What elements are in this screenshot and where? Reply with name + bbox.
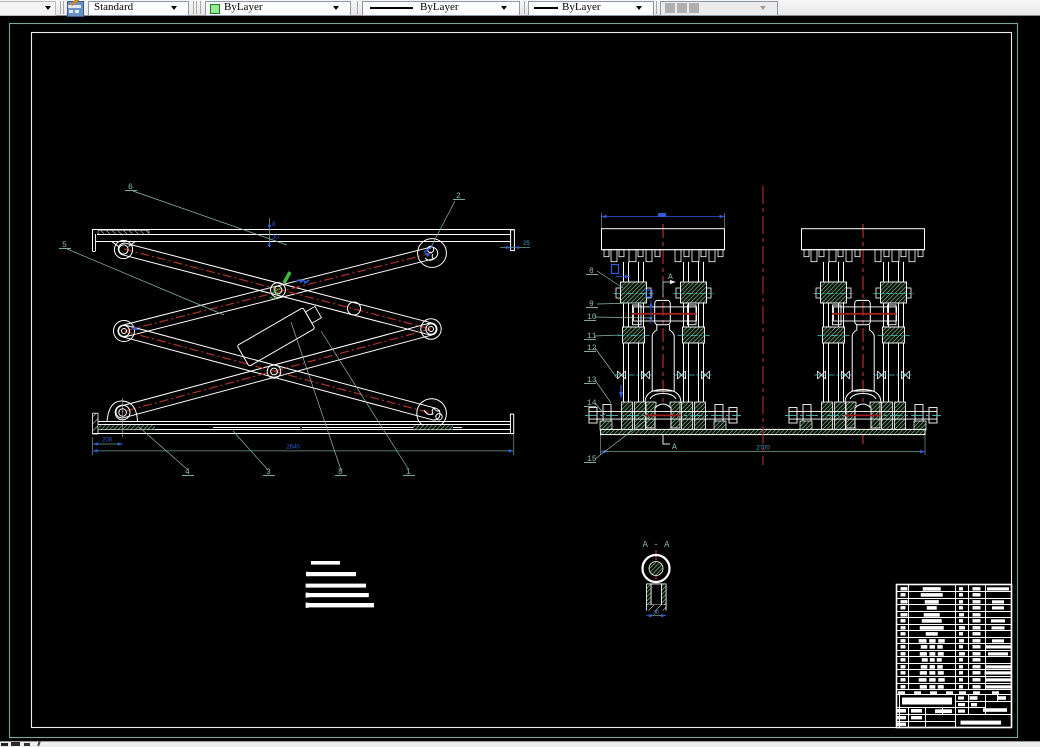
svg-text:208: 208: [102, 438, 113, 444]
svg-text:A: A: [672, 443, 677, 452]
svg-text:30: 30: [653, 610, 659, 616]
svg-text:25: 25: [523, 241, 530, 247]
svg-text:2640: 2640: [286, 445, 300, 451]
svg-text:A - A: A - A: [642, 540, 670, 550]
svg-text:A: A: [668, 273, 673, 282]
